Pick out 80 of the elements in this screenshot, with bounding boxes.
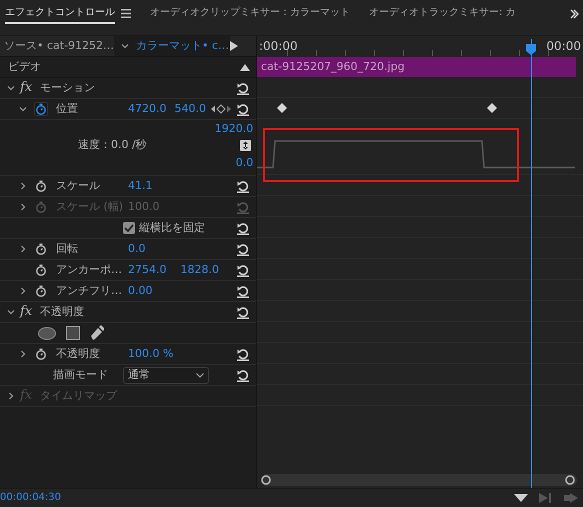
- section-header: ビデオ: [8, 58, 41, 75]
- check-icon: [124, 224, 134, 232]
- effect-name: 不透明度: [40, 304, 84, 320]
- chevron-down-icon[interactable]: [18, 104, 28, 114]
- property-value: 41.1: [128, 178, 152, 194]
- zoom-scrollbar[interactable]: [261, 474, 577, 486]
- stopwatch-icon[interactable]: [34, 284, 48, 298]
- chevron-right-icon[interactable]: [6, 391, 16, 401]
- clip-bar: cat-9125207_960_720.jpg: [257, 57, 576, 77]
- checkbox[interactable]: [123, 222, 135, 234]
- timecode-label: 00:00: [546, 38, 581, 55]
- property-value: 0.0: [128, 240, 146, 257]
- reset-icon[interactable]: [236, 284, 250, 298]
- timecode-label: :00:00: [259, 38, 298, 55]
- panel-tab[interactable]: オーディオクリップミキサー：カラーマット: [150, 2, 350, 22]
- pen-icon[interactable]: [90, 325, 104, 341]
- reset-icon[interactable]: [236, 263, 250, 277]
- blend-mode-dropdown[interactable]: 通常: [123, 366, 209, 384]
- property-value: 540.0: [174, 100, 206, 117]
- reset-icon: [236, 200, 250, 214]
- property-value: 4720.0: [128, 100, 166, 117]
- ellipse-mask-icon[interactable]: [38, 326, 56, 340]
- stopwatch-icon[interactable]: [34, 347, 48, 361]
- property-name: 不透明度: [56, 346, 101, 362]
- checkbox-label: 縦横比を固定: [139, 220, 205, 236]
- stopwatch-icon[interactable]: [34, 179, 48, 193]
- scroll-handle-icon[interactable]: [261, 475, 271, 485]
- stopwatch-icon[interactable]: [34, 263, 48, 277]
- overflow-chevron-icon[interactable]: [570, 8, 579, 19]
- keyframe-icon[interactable]: [487, 103, 497, 113]
- reset-icon[interactable]: [236, 81, 250, 95]
- chevron-right-icon[interactable]: [18, 349, 28, 359]
- filter-triangle-icon[interactable]: [514, 494, 528, 502]
- collapse-icon[interactable]: [240, 64, 250, 70]
- property-name: 回転: [56, 240, 79, 257]
- effect-name: モーション: [40, 80, 96, 96]
- source-tab[interactable]: ソース• cat-91252…: [0, 38, 114, 54]
- caret-icon: [196, 372, 204, 378]
- property-value: 2754.0: [128, 262, 166, 278]
- chevron-down-icon[interactable]: [6, 83, 16, 93]
- reset-icon[interactable]: [236, 179, 250, 193]
- property-name: アンチフリ…: [56, 282, 123, 299]
- keyframe-navigator-icon[interactable]: [210, 104, 232, 114]
- scroll-handle-icon[interactable]: [565, 475, 575, 485]
- menu-icon[interactable]: [121, 8, 131, 18]
- current-timecode: 00:00:04:30: [0, 491, 62, 505]
- property-name: 位置: [56, 100, 79, 117]
- effect-name: タイムリマップ: [40, 388, 118, 404]
- graph-min-value: 0.0: [234, 154, 254, 170]
- panel-tab[interactable]: オーディオトラックミキサー: カ: [369, 2, 516, 22]
- chevron-right-icon[interactable]: [18, 244, 28, 254]
- keyframe-icon[interactable]: [277, 103, 287, 113]
- property-value: 1828.0: [180, 262, 219, 278]
- property-value: 0.00: [128, 282, 152, 299]
- reset-icon[interactable]: [236, 347, 250, 361]
- property-name: アンカーポ…: [56, 262, 123, 278]
- reset-icon[interactable]: [236, 221, 250, 235]
- chevron-right-icon[interactable]: [18, 181, 28, 191]
- reset-icon[interactable]: [236, 102, 250, 116]
- reset-icon[interactable]: [236, 242, 250, 256]
- rectangle-mask-icon[interactable]: [66, 326, 80, 340]
- property-name: スケール (幅): [56, 198, 124, 215]
- spinner-icon[interactable]: [240, 140, 251, 151]
- reset-icon[interactable]: [236, 368, 250, 382]
- speed-label: 速度：0.0 /秒: [78, 137, 147, 153]
- stopwatch-icon[interactable]: [34, 242, 48, 256]
- property-value: 100.0: [128, 198, 160, 215]
- chevron-right-icon[interactable]: [18, 286, 28, 296]
- dropdown-label: 描画モード: [53, 366, 109, 383]
- graph-max-value: 1920.0: [214, 121, 254, 137]
- playhead-marker[interactable]: [526, 44, 536, 55]
- panel-tab[interactable]: エフェクトコントロール: [5, 2, 115, 24]
- stopwatch-icon[interactable]: [34, 102, 48, 116]
- fx-label: fx: [20, 303, 32, 322]
- property-name: スケール: [56, 178, 101, 194]
- reset-icon[interactable]: [236, 305, 250, 319]
- chevron-down-icon[interactable]: [6, 307, 16, 317]
- fx-label: fx: [20, 79, 32, 98]
- property-value: 100.0 %: [128, 346, 174, 362]
- chevron-down-icon[interactable]: [120, 41, 130, 51]
